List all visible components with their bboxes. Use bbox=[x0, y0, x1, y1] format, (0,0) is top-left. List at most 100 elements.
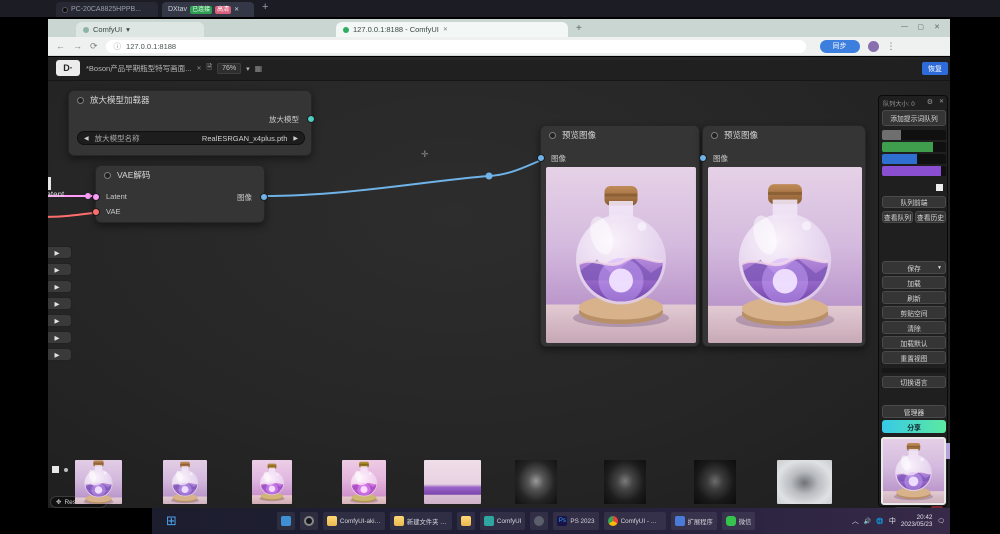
reset-view-button[interactable]: 重置视图 bbox=[882, 351, 946, 364]
hud-dot-icon[interactable] bbox=[64, 468, 68, 472]
comfyui-canvas[interactable]: D· *Boson产品早期瓶型特写画面... ✕ 🗎 76% ▾ ▦ 恢复 La… bbox=[48, 57, 950, 508]
view-queue-button[interactable]: 查看队列 bbox=[882, 211, 913, 223]
back-icon[interactable]: ← bbox=[56, 41, 65, 51]
collapsed-node[interactable]: ▶ bbox=[48, 263, 72, 276]
grid-icon[interactable]: ▦ bbox=[255, 64, 263, 73]
expand-icon[interactable]: ▶ bbox=[55, 351, 60, 359]
expand-icon[interactable]: ▶ bbox=[55, 249, 60, 257]
browser-menu-icon[interactable]: ⋮ bbox=[887, 41, 896, 52]
thumbnail-robot[interactable] bbox=[694, 460, 736, 504]
side-handle[interactable] bbox=[946, 443, 950, 459]
taskbar-item[interactable]: 新建文件夹 2023 bbox=[390, 512, 452, 530]
output-slot-image[interactable] bbox=[260, 193, 268, 201]
volume-icon[interactable]: 🔊 bbox=[864, 518, 871, 525]
save-button[interactable]: 保存 ▼ bbox=[882, 261, 946, 274]
start-button[interactable]: ⊞ bbox=[166, 513, 177, 529]
chevron-down-icon[interactable]: ▾ bbox=[126, 25, 130, 34]
tray-expand-icon[interactable]: ︿ bbox=[852, 516, 859, 526]
close-icon[interactable]: ✕ bbox=[234, 6, 239, 13]
arrow-left-icon[interactable]: ◀ bbox=[84, 135, 89, 142]
switch-language-button[interactable]: 切换语言 bbox=[882, 376, 946, 388]
taskbar-item[interactable] bbox=[530, 512, 548, 530]
taskbar-item[interactable]: ComfyUI - Google bbox=[604, 512, 666, 530]
clipspace-button[interactable]: 剪贴空间 bbox=[882, 306, 946, 319]
collapse-dot-icon[interactable] bbox=[549, 132, 556, 139]
load-button[interactable]: 加载 bbox=[882, 276, 946, 289]
clear-button[interactable]: 清除 bbox=[882, 321, 946, 334]
queue-front-button[interactable]: 队列前端 bbox=[882, 196, 946, 208]
expand-icon[interactable]: ▶ bbox=[55, 300, 60, 308]
taskbar-clock[interactable]: 20:42 2023/05/23 bbox=[901, 514, 933, 528]
input-slot-vae[interactable] bbox=[92, 208, 100, 216]
site-info-icon[interactable]: ⓘ bbox=[114, 41, 122, 52]
restore-button[interactable]: 恢复 bbox=[922, 62, 948, 75]
input-slot-image[interactable] bbox=[537, 154, 545, 162]
chevron-down-icon[interactable]: ▼ bbox=[937, 265, 942, 271]
taskbar-item[interactable] bbox=[300, 512, 318, 530]
last-generated-preview[interactable] bbox=[881, 437, 946, 505]
collapsed-node[interactable]: ▶ bbox=[48, 348, 72, 361]
node-preview-image-1[interactable]: 预览图像 图像 bbox=[540, 125, 700, 347]
output-slot-upscale-model[interactable] bbox=[307, 115, 315, 123]
notification-icon[interactable]: 🗨 bbox=[937, 518, 945, 525]
arrow-right-icon[interactable]: ▶ bbox=[293, 135, 298, 142]
queue-prompt-button[interactable]: 添加提示词队列 bbox=[882, 110, 946, 126]
expand-icon[interactable]: ▶ bbox=[55, 334, 60, 342]
close-icon[interactable]: ✕ bbox=[939, 98, 944, 105]
monitor-toggle[interactable] bbox=[936, 184, 943, 191]
thumbnail-jar[interactable] bbox=[75, 460, 122, 504]
comfyui-logo[interactable]: D· bbox=[56, 60, 80, 76]
refresh-button[interactable]: 刷新 bbox=[882, 291, 946, 304]
window-close-icon[interactable]: ✕ bbox=[934, 23, 940, 31]
ime-indicator[interactable]: 中 bbox=[889, 516, 896, 526]
remote-tab-pc[interactable]: PC-20CA8825HPPB... bbox=[56, 2, 158, 17]
network-icon[interactable]: 🌐 bbox=[876, 518, 883, 525]
hud-square-icon[interactable] bbox=[52, 466, 59, 473]
node-preview-image-2[interactable]: 预览图像 图像 bbox=[702, 125, 866, 347]
chevron-down-icon[interactable]: ▾ bbox=[246, 65, 250, 73]
widget-model-name[interactable]: ◀ 放大模型名称 RealESRGAN_x4plus.pth ▶ bbox=[77, 131, 305, 145]
load-default-button[interactable]: 加载默认 bbox=[882, 336, 946, 349]
thumbnail-jar[interactable] bbox=[252, 460, 292, 504]
collapsed-node[interactable]: ▶ bbox=[48, 280, 72, 293]
collapse-dot-icon[interactable] bbox=[104, 172, 111, 179]
browser-tab-1[interactable]: ComfyUI ▾ bbox=[76, 22, 204, 37]
window-minimize-icon[interactable]: — bbox=[901, 23, 908, 30]
node-vae-decode[interactable]: VAE解码 Latent 图像 VAE bbox=[95, 165, 265, 223]
thumbnail-box[interactable] bbox=[424, 460, 481, 504]
thumbnail-robot[interactable] bbox=[777, 460, 832, 504]
new-tab-icon[interactable]: + bbox=[262, 1, 268, 13]
collapsed-node[interactable]: ▶ bbox=[48, 297, 72, 310]
thumbnail-jar[interactable] bbox=[163, 460, 207, 504]
thumbnail-robot[interactable] bbox=[604, 460, 646, 504]
zoom-level[interactable]: 76% bbox=[217, 63, 241, 74]
avatar[interactable] bbox=[868, 41, 879, 52]
reload-icon[interactable]: ⟳ bbox=[90, 41, 98, 52]
save-icon[interactable]: 🗎 bbox=[206, 63, 212, 74]
close-icon[interactable]: ✕ bbox=[196, 65, 201, 72]
manager-button[interactable]: 管理器 bbox=[882, 405, 946, 418]
taskbar-item[interactable]: ComfyUI bbox=[480, 512, 526, 530]
taskbar-item[interactable] bbox=[277, 512, 295, 530]
input-slot-image[interactable] bbox=[699, 154, 707, 162]
workflow-tab[interactable]: *Boson产品早期瓶型特写画面... ✕ 🗎 76% ▾ ▦ bbox=[86, 62, 262, 75]
browser-tab-2-active[interactable]: 127.0.0.1:8188 - ComfyUI ✕ bbox=[336, 22, 568, 37]
forward-icon[interactable]: → bbox=[73, 41, 82, 51]
node-upscale-model-loader[interactable]: 放大模型加载器 放大模型 ◀ 放大模型名称 RealESRGAN_x4plus.… bbox=[68, 90, 312, 156]
share-button[interactable]: 分享 bbox=[882, 420, 946, 433]
input-slot-latent[interactable] bbox=[92, 193, 100, 201]
view-history-button[interactable]: 查看历史 bbox=[915, 211, 946, 223]
collapse-dot-icon[interactable] bbox=[77, 97, 84, 104]
preview-image[interactable] bbox=[708, 167, 862, 343]
collapse-dot-icon[interactable] bbox=[711, 132, 718, 139]
sync-button[interactable]: 同步 bbox=[820, 40, 860, 53]
close-icon[interactable]: ✕ bbox=[443, 26, 448, 33]
taskbar-item[interactable]: PsPS 2023 bbox=[553, 512, 598, 530]
preview-image[interactable] bbox=[546, 167, 696, 343]
collapsed-node[interactable]: ▶ bbox=[48, 331, 72, 344]
window-maximize-icon[interactable]: ▢ bbox=[917, 23, 924, 31]
taskbar-item[interactable]: ComfyUI-aki-v2 bbox=[323, 512, 385, 530]
new-tab-icon[interactable]: + bbox=[576, 23, 582, 34]
collapsed-node[interactable]: ▶ bbox=[48, 314, 72, 327]
expand-icon[interactable]: ▶ bbox=[55, 266, 60, 274]
